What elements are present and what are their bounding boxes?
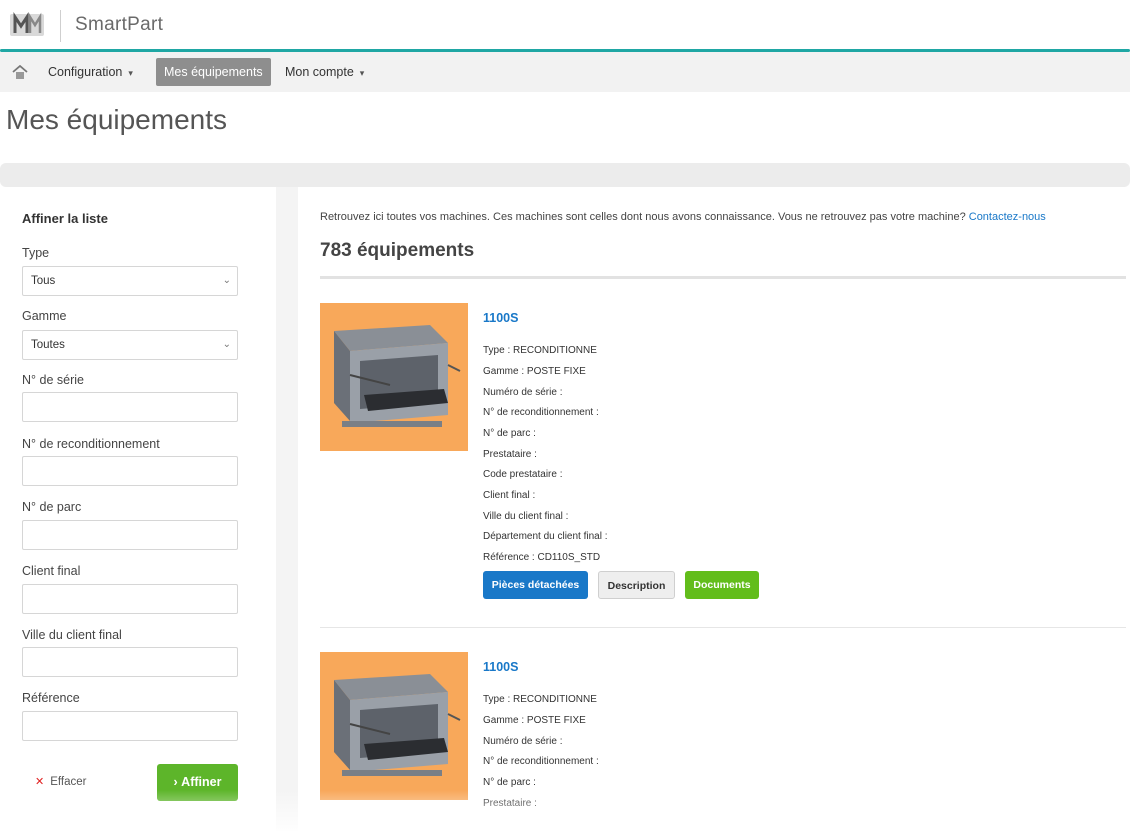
equipment-list-panel: Retrouvez ici toutes vos machines. Ces m…: [298, 187, 1130, 831]
chevron-down-icon: ▾: [359, 68, 365, 78]
nav-item-configuration[interactable]: Configuration ▾: [40, 58, 141, 86]
app-name: SmartPart: [75, 14, 164, 35]
spare-parts-button[interactable]: Pièces détachées: [483, 571, 588, 599]
ref-input[interactable]: [22, 711, 238, 741]
equipment-title[interactable]: 1100S: [483, 311, 518, 325]
contact-link[interactable]: Contactez-nous: [969, 211, 1046, 223]
clear-label: Effacer: [50, 776, 87, 788]
field-type: Type : RECONDITIONNE: [483, 345, 597, 356]
equipment-card: 1100S Type : RECONDITIONNE Gamme : POSTE…: [320, 652, 1126, 831]
ville-label: Ville du client final: [22, 628, 122, 642]
type-select-value: Tous: [31, 275, 56, 287]
documents-button[interactable]: Documents: [685, 571, 759, 599]
field-ville-client: Ville du client final :: [483, 511, 569, 522]
nav-item-label: Mon compte: [285, 65, 354, 79]
field-prestataire: Prestataire :: [483, 798, 537, 809]
machine-image[interactable]: [320, 652, 468, 800]
ville-input[interactable]: [22, 647, 238, 677]
filter-sidebar: Affiner la liste Type Tous ⌄ Gamme Toute…: [0, 187, 276, 831]
field-parc: N° de parc :: [483, 777, 536, 788]
field-serial: Numéro de série :: [483, 387, 563, 398]
type-label: Type: [22, 246, 50, 260]
clear-filters-link[interactable]: ✕ Effacer: [35, 775, 86, 788]
field-type: Type : RECONDITIONNE: [483, 694, 597, 705]
field-code-prestataire: Code prestataire :: [483, 469, 563, 480]
field-parc: N° de parc :: [483, 428, 536, 439]
equipment-title[interactable]: 1100S: [483, 660, 518, 674]
parc-input[interactable]: [22, 520, 238, 550]
top-header: SmartPart: [0, 0, 1138, 50]
logo-icon[interactable]: [10, 12, 44, 38]
recond-input[interactable]: [22, 456, 238, 486]
card-divider: [320, 627, 1126, 628]
field-client-final: Client final :: [483, 490, 536, 501]
description-button[interactable]: Description: [598, 571, 675, 599]
refine-label: Affiner: [181, 775, 222, 789]
count-divider: [320, 276, 1126, 279]
field-gamme: Gamme : POSTE FIXE: [483, 366, 586, 377]
equipment-count: 783 équipements: [320, 240, 475, 261]
page-title: Mes équipements: [6, 104, 228, 135]
serial-input[interactable]: [22, 392, 238, 422]
gamme-label: Gamme: [22, 309, 67, 323]
field-departement-client: Département du client final :: [483, 531, 608, 542]
chevron-down-icon: ▾: [128, 68, 133, 78]
parc-label: N° de parc: [22, 500, 82, 514]
intro-message: Retrouvez ici toutes vos machines. Ces m…: [320, 211, 966, 223]
field-prestataire: Prestataire :: [483, 449, 537, 460]
serial-label: N° de série: [22, 373, 84, 387]
field-recond: N° de reconditionnement :: [483, 407, 599, 418]
filter-title: Affiner la liste: [22, 211, 108, 226]
home-icon[interactable]: [12, 65, 28, 79]
nav-item-mon-compte[interactable]: Mon compte ▾: [277, 58, 372, 86]
field-recond: N° de reconditionnement :: [483, 756, 599, 767]
chevron-down-icon: ⌄: [222, 339, 231, 350]
chevron-down-icon: ⌄: [222, 275, 231, 286]
recond-label: N° de reconditionnement: [22, 437, 160, 451]
refine-button[interactable]: › Affiner: [157, 764, 238, 801]
logo-separator: [60, 10, 61, 42]
gamme-select-value: Toutes: [31, 339, 65, 351]
client-label: Client final: [22, 564, 81, 578]
type-select[interactable]: Tous ⌄: [22, 266, 238, 296]
machine-illustration: [334, 325, 461, 427]
intro-text: Retrouvez ici toutes vos machines. Ces m…: [320, 211, 1046, 223]
machine-image[interactable]: [320, 303, 468, 451]
ref-label: Référence: [22, 691, 80, 705]
nav-item-label: Mes équipements: [164, 65, 263, 79]
machine-illustration: [334, 674, 461, 776]
clear-x-icon: ✕: [35, 776, 45, 788]
field-reference: Référence : CD110S_STD: [483, 552, 601, 563]
client-input[interactable]: [22, 584, 238, 614]
nav-item-label: Configuration: [48, 65, 123, 79]
field-serial: Numéro de série :: [483, 736, 563, 747]
gamme-select[interactable]: Toutes ⌄: [22, 330, 238, 360]
main-nav: Configuration ▾ Mes équipements Mon compt…: [0, 52, 1130, 92]
equipment-card: 1100S Type : RECONDITIONNE Gamme : POSTE…: [320, 303, 1126, 633]
field-gamme: Gamme : POSTE FIXE: [483, 715, 586, 726]
section-band: [0, 163, 1130, 187]
nav-item-mes-equipements[interactable]: Mes équipements: [156, 58, 271, 86]
